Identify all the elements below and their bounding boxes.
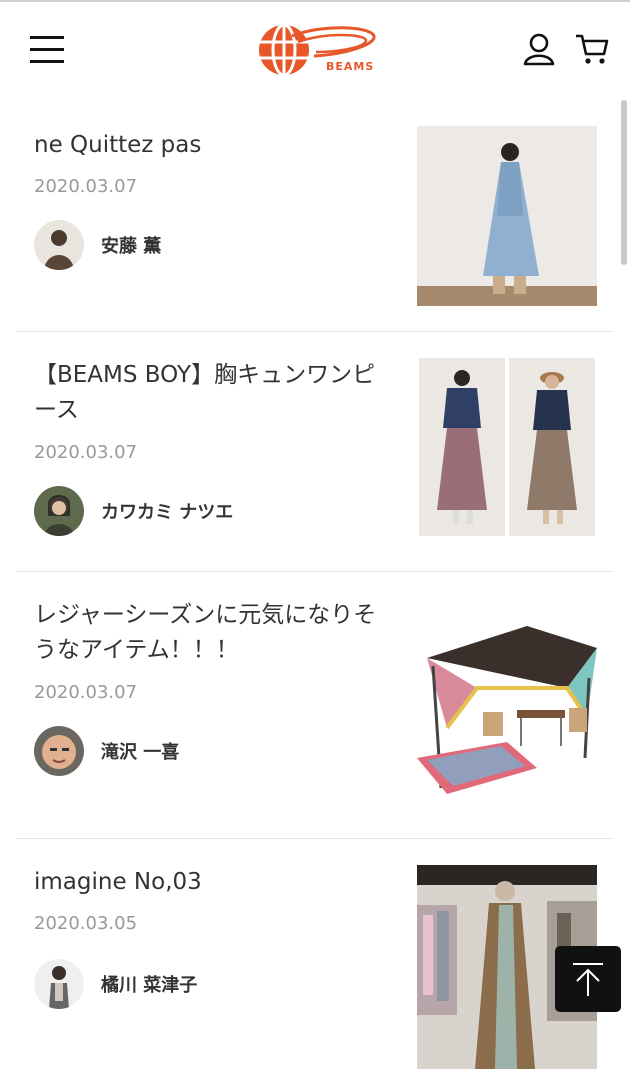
- post-date: 2020.03.07: [34, 442, 138, 463]
- site-header: BEAMS: [0, 2, 630, 96]
- author-name: 橘川 菜津子: [101, 975, 198, 996]
- post-title[interactable]: レジャーシーズンに元気になりそうなアイテム！！！: [34, 598, 394, 668]
- avatar: [34, 726, 84, 776]
- list-item[interactable]: 【BEAMS BOY】胸キュンワンピース 2020.03.07 カワカミ ナツエ: [16, 332, 613, 572]
- post-thumbnail[interactable]: [417, 358, 597, 538]
- author-name: 滝沢 一喜: [101, 742, 180, 763]
- author-name: 安藤 薫: [101, 236, 162, 257]
- post-author[interactable]: カワカミ ナツエ: [34, 486, 233, 536]
- post-date: 2020.03.07: [34, 682, 138, 703]
- avatar: [34, 220, 84, 270]
- beams-logo[interactable]: BEAMS: [252, 22, 378, 78]
- list-item[interactable]: ne Quittez pas 2020.03.07 安藤 薫: [16, 96, 613, 332]
- post-date: 2020.03.05: [34, 913, 138, 934]
- user-icon[interactable]: [522, 32, 556, 66]
- avatar: [34, 486, 84, 536]
- post-author[interactable]: 安藤 薫: [34, 220, 161, 270]
- list-item[interactable]: レジャーシーズンに元気になりそうなアイテム！！！ 2020.03.07 滝沢 一…: [16, 572, 613, 839]
- post-title[interactable]: imagine No,03: [34, 865, 394, 900]
- post-title[interactable]: ne Quittez pas: [34, 128, 394, 163]
- logo-text: BEAMS: [326, 60, 375, 73]
- post-thumbnail[interactable]: [417, 618, 597, 798]
- author-name: カワカミ ナツエ: [101, 502, 234, 523]
- back-to-top-button[interactable]: [555, 946, 621, 1012]
- post-thumbnail[interactable]: [417, 126, 597, 306]
- scrollbar[interactable]: [621, 100, 627, 265]
- post-title[interactable]: 【BEAMS BOY】胸キュンワンピース: [34, 358, 394, 428]
- cart-icon[interactable]: [574, 32, 610, 66]
- list-item[interactable]: imagine No,03 2020.03.05 橘川 菜津子: [16, 839, 613, 1069]
- hamburger-menu-icon[interactable]: [30, 36, 64, 64]
- post-date: 2020.03.07: [34, 176, 138, 197]
- avatar: [34, 959, 84, 1009]
- post-author[interactable]: 橘川 菜津子: [34, 959, 197, 1009]
- post-author[interactable]: 滝沢 一喜: [34, 726, 179, 776]
- arrow-up-icon: [573, 963, 603, 996]
